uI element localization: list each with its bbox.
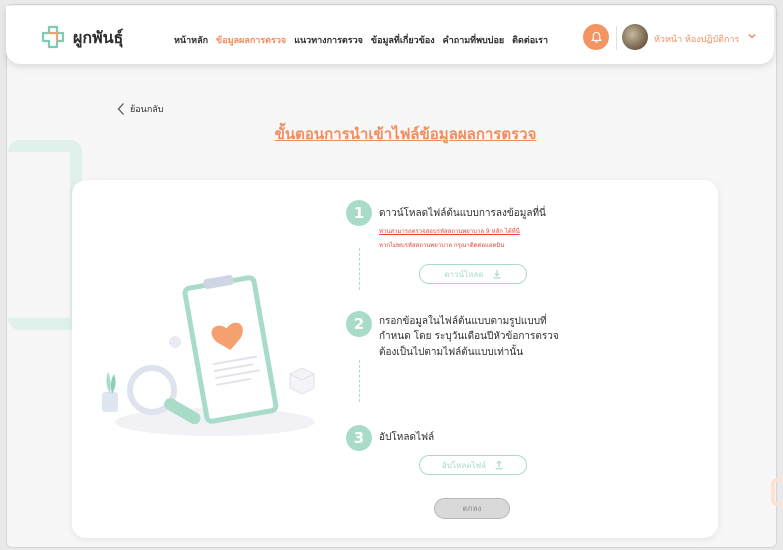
avatar[interactable] bbox=[622, 24, 648, 50]
clipboard-illustration bbox=[102, 274, 315, 436]
back-label: ย้อนกลับ bbox=[130, 105, 164, 115]
chevron-down-icon[interactable] bbox=[747, 31, 757, 41]
top-header: ผูกพันธ์ุ หน้าหลัก ข้อมูลผลการตรวจ แนวทา… bbox=[6, 6, 774, 64]
nav-item-home[interactable]: หน้าหลัก bbox=[174, 33, 208, 47]
page-title: ขั้นตอนการนำเข้าไฟล์ข้อมูลผลการตรวจ bbox=[274, 125, 537, 143]
main-nav: หน้าหลัก ข้อมูลผลการตรวจ แนวทางการตรวจ ข… bbox=[174, 33, 556, 47]
nav-item-guidelines[interactable]: แนวทางการตรวจ bbox=[294, 33, 363, 47]
brand-name[interactable]: ผูกพันธ์ุ bbox=[73, 26, 123, 51]
background-shape-decoration bbox=[771, 478, 783, 506]
user-name[interactable]: หัวหน้า ห้องปฏิบัติการ bbox=[654, 32, 739, 46]
step-3-title: อัปโหลดไฟล์ bbox=[379, 432, 435, 443]
chevron-left-icon bbox=[117, 103, 124, 115]
step-1-title: ดาวน์โหลดไฟล์ต้นแบบการลงข้อมูลที่นี่ bbox=[379, 208, 546, 219]
step-2-title-line-2: กำหนด โดย ระบุวันเดือนปีหัวข้อการตรวจ bbox=[379, 331, 559, 342]
upload-button-label: อัปโหลดไฟล์ bbox=[441, 460, 487, 470]
step-2-number: 2 bbox=[346, 311, 372, 337]
download-button-label: ดาวน์โหลด bbox=[444, 269, 484, 279]
step-1-number: 1 bbox=[346, 200, 372, 226]
nav-item-results[interactable]: ข้อมูลผลการตรวจ bbox=[216, 33, 286, 47]
upload-icon bbox=[495, 460, 503, 470]
header-divider bbox=[616, 26, 617, 50]
nav-item-faq[interactable]: คำถามที่พบบ่อย bbox=[443, 33, 504, 47]
upload-button[interactable]: อัปโหลดไฟล์ bbox=[419, 455, 527, 475]
step-connector bbox=[359, 248, 360, 290]
nav-item-related-info[interactable]: ข้อมูลที่เกี่ยวข้อง bbox=[371, 33, 435, 47]
step-1-note-link[interactable]: ท่านสามารถตรวจสอบรหัสสถานพยาบาล 9 หลัก ไ… bbox=[379, 226, 520, 236]
nav-item-contact[interactable]: ติดต่อเรา bbox=[512, 33, 548, 47]
background-cross-decoration bbox=[8, 140, 82, 330]
download-button[interactable]: ดาวน์โหลด bbox=[419, 264, 527, 284]
ok-button[interactable]: ตกลง bbox=[434, 498, 510, 519]
back-link[interactable]: ย้อนกลับ bbox=[116, 102, 164, 116]
step-connector bbox=[359, 360, 360, 402]
logo-icon bbox=[41, 25, 65, 49]
step-2-title-line-3: ต้องเป็นไปตามไฟล์ต้นแบบเท่านั้น bbox=[379, 347, 524, 358]
step-2-title-line-1: กรอกข้อมูลในไฟล์ต้นแบบตามรูปแบบที่ bbox=[379, 316, 547, 327]
notification-button[interactable] bbox=[583, 24, 609, 50]
download-icon bbox=[493, 270, 501, 279]
step-3-number: 3 bbox=[346, 425, 372, 451]
step-1-note: หากไม่พบรหัสสถานพยาบาล กรุณาติดต่อแอดมิน bbox=[379, 242, 505, 249]
bell-icon bbox=[590, 31, 602, 43]
